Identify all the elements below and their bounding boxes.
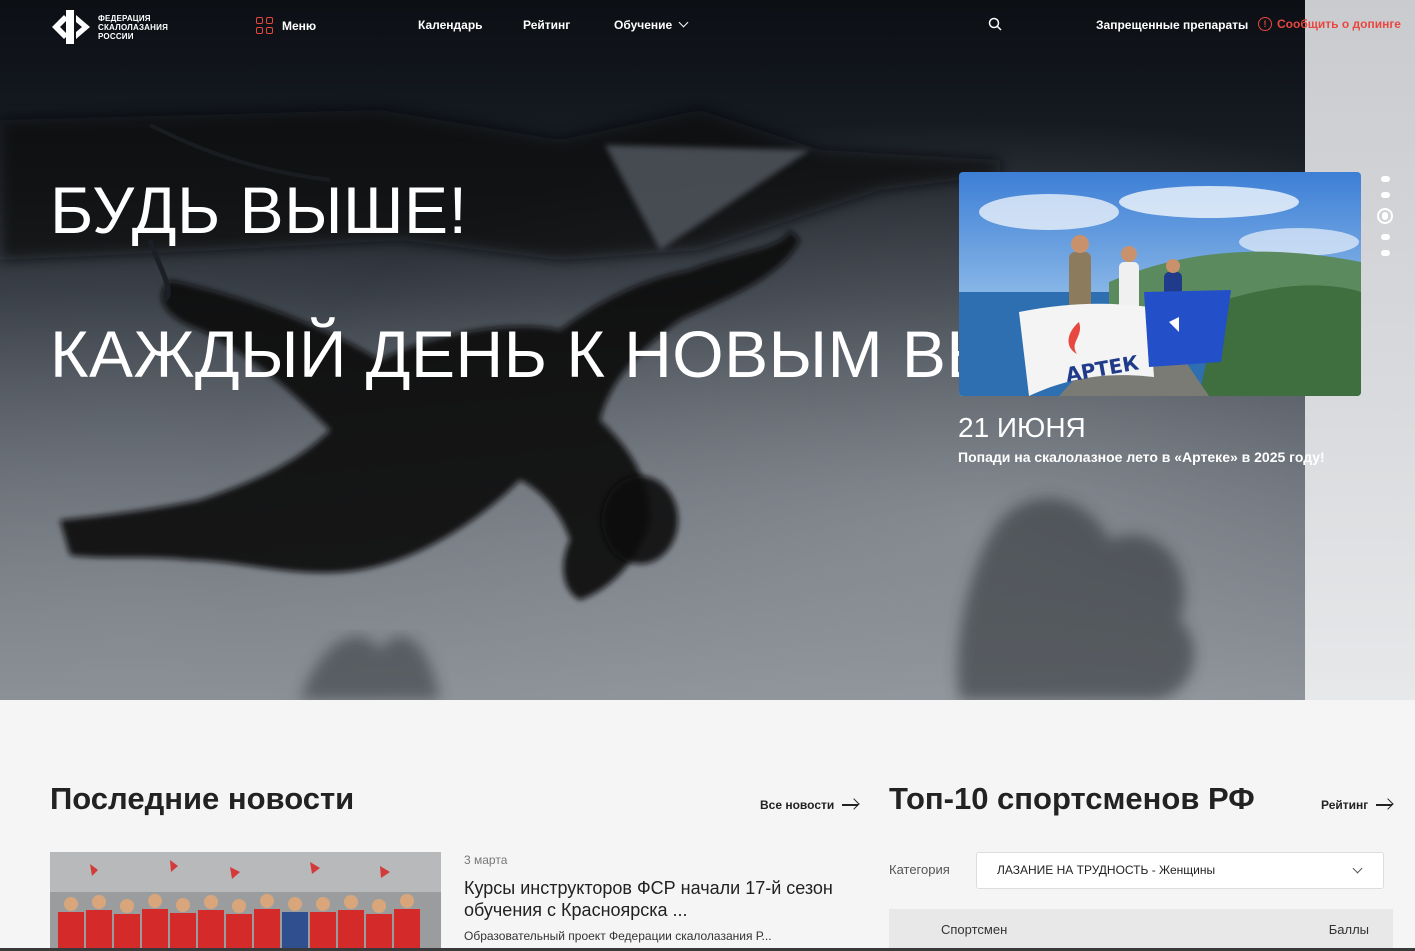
alert-icon: !	[1258, 17, 1272, 31]
menu-label: Меню	[282, 18, 317, 33]
category-label: Категория	[889, 862, 950, 877]
logo-text: ФЕДЕРАЦИЯ СКАЛОЛАЗАНИЯ РОССИИ	[98, 13, 169, 41]
report-doping-link[interactable]: ! Сообщить о допинге	[1258, 17, 1401, 31]
slider-pagination	[1377, 176, 1393, 256]
top10-table-header: Спортсмен Баллы	[889, 909, 1393, 951]
all-news-link[interactable]: Все новости	[760, 798, 859, 812]
grid-icon	[256, 17, 273, 34]
slider-dot[interactable]	[1380, 176, 1390, 182]
artek-photo: АРТЕК	[959, 172, 1361, 396]
column-header-athlete[interactable]: Спортсмен	[941, 922, 1007, 937]
slider-dot-active[interactable]	[1377, 208, 1393, 224]
nav-calendar[interactable]: Календарь	[418, 18, 483, 32]
news-date: 3 марта	[464, 853, 508, 867]
category-select-value: ЛАЗАНИЕ НА ТРУДНОСТЬ - Женщины	[997, 863, 1216, 877]
slide-image[interactable]: АРТЕК	[959, 172, 1361, 396]
arrow-right-icon	[1376, 804, 1393, 806]
search-icon[interactable]	[988, 17, 1002, 31]
slider-dot[interactable]	[1380, 234, 1390, 240]
column-header-points[interactable]: Баллы	[1329, 922, 1369, 937]
nav-education-label: Обучение	[614, 18, 673, 32]
hero-title-line1: БУДЬ ВЫШЕ!	[50, 173, 468, 247]
report-doping-label: Сообщить о допинге	[1277, 17, 1401, 31]
menu-button[interactable]: Меню	[256, 17, 316, 34]
nav-education[interactable]: Обучение	[614, 17, 689, 32]
news-excerpt: Образовательный проект Федерации скалола…	[464, 929, 772, 943]
site-logo[interactable]: ФЕДЕРАЦИЯ СКАЛОЛАЗАНИЯ РОССИИ	[50, 8, 169, 46]
slide-description[interactable]: Попади на скалолазное лето в «Артеке» в …	[958, 449, 1325, 465]
chevron-down-icon	[1352, 863, 1363, 874]
nav-forbidden-substances[interactable]: Запрещенные препараты	[1096, 18, 1248, 32]
slide-date: 21 ИЮНЯ	[958, 412, 1086, 443]
top-nav: ФЕДЕРАЦИЯ СКАЛОЛАЗАНИЯ РОССИИ Меню Кален…	[0, 0, 1415, 50]
arrow-right-icon	[842, 804, 859, 806]
news-image[interactable]	[50, 852, 441, 951]
all-news-label: Все новости	[760, 798, 835, 812]
rating-link[interactable]: Рейтинг	[1321, 798, 1393, 812]
logo-mark-icon	[52, 10, 90, 44]
nav-rating[interactable]: Рейтинг	[523, 18, 570, 32]
news-section-title: Последние новости	[50, 781, 355, 816]
top10-section-title: Топ-10 спортсменов РФ	[889, 781, 1255, 816]
chevron-down-icon	[678, 17, 689, 28]
category-select[interactable]: ЛАЗАНИЕ НА ТРУДНОСТЬ - Женщины	[976, 852, 1384, 889]
news-headline[interactable]: Курсы инструкторов ФСР начали 17-й сезон…	[464, 877, 844, 921]
rating-link-label: Рейтинг	[1321, 798, 1369, 812]
slider-dot[interactable]	[1380, 250, 1390, 256]
slider-dot[interactable]	[1380, 192, 1390, 198]
group-photo	[50, 852, 441, 951]
